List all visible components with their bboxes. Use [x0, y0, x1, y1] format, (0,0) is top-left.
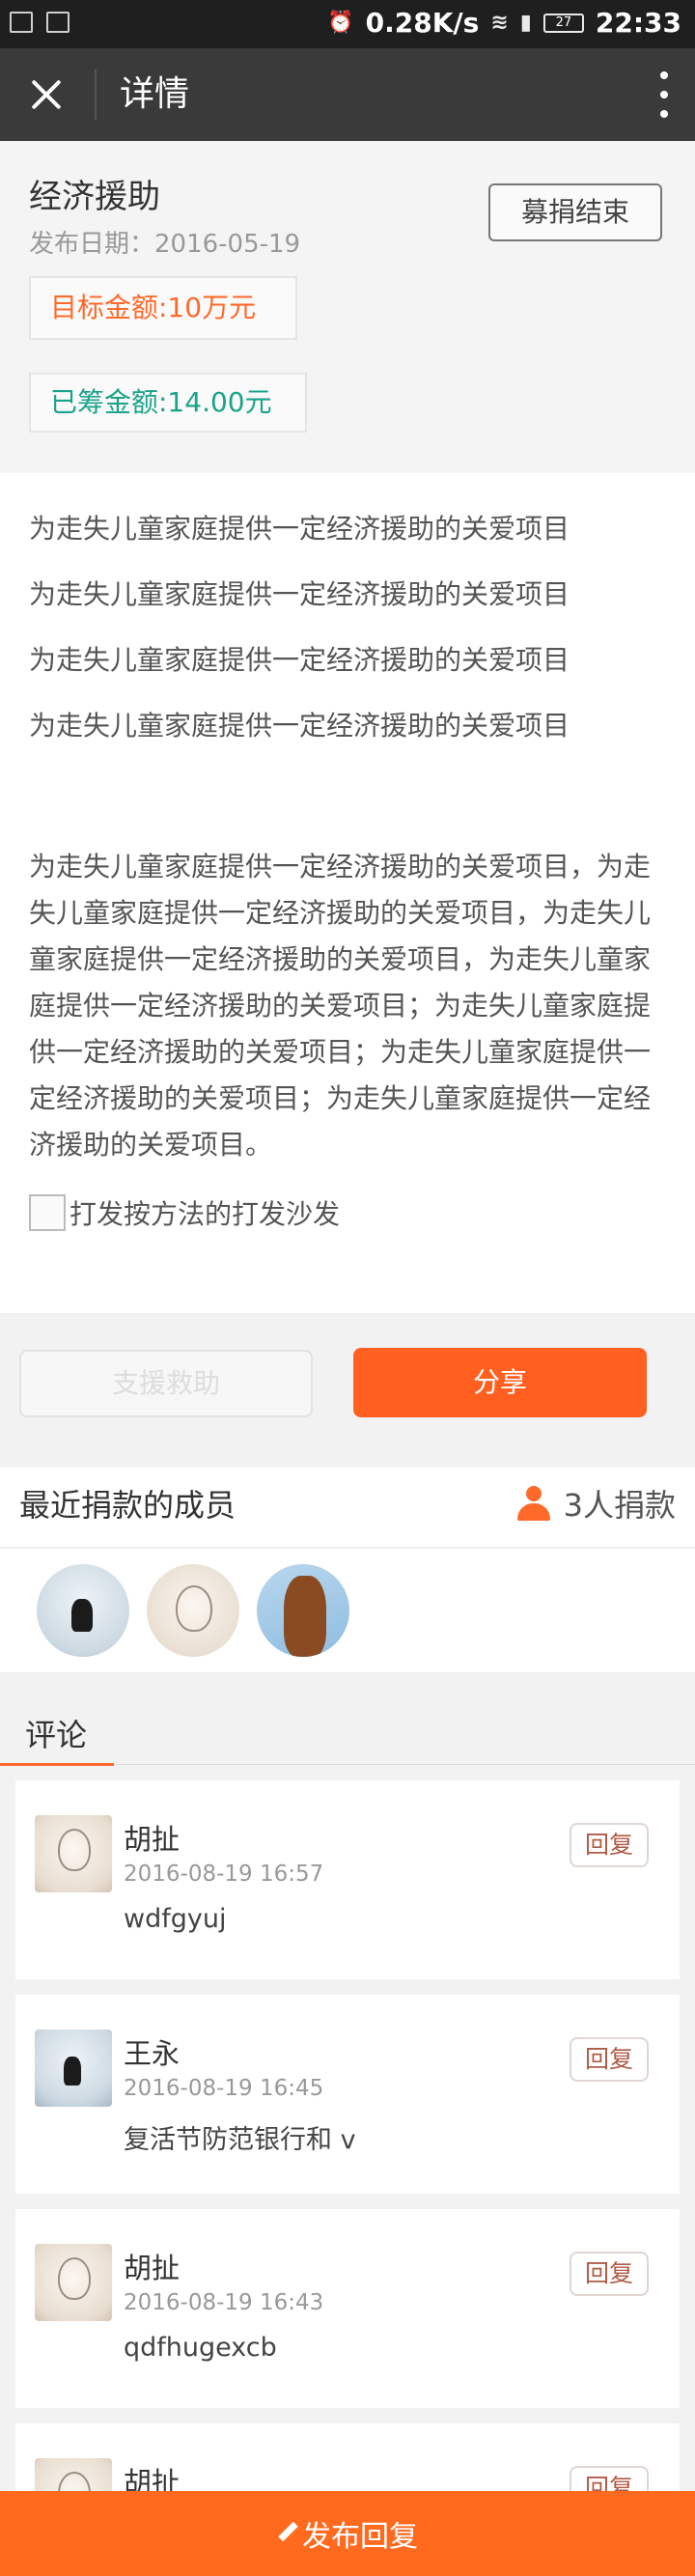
alarm-icon: ⏰: [327, 11, 354, 35]
divider: [0, 1547, 695, 1549]
net-speed: 0.28K/s: [365, 7, 480, 39]
comment-author: 胡扯: [124, 1823, 181, 1856]
image-notification-icon: [10, 12, 33, 33]
target-amount-tag: 目标金额:10万元: [29, 276, 297, 340]
project-description: 为走失儿童家庭提供一定经济援助的关爱项目 为走失儿童家庭提供一定经济援助的关爱项…: [0, 473, 695, 1313]
notification-icons: [10, 12, 70, 33]
avatar[interactable]: [35, 1815, 112, 1892]
comment-item: 王永 2016-08-19 16:45 复活节防范银行和 v 回复: [15, 1995, 680, 2194]
publish-date: 发布日期：2016-05-19: [29, 230, 301, 259]
broken-image-icon: [29, 1194, 66, 1231]
comment-time: 2016-08-19 16:45: [124, 2076, 324, 2101]
more-menu-icon[interactable]: [658, 71, 670, 118]
page-title: 详情: [120, 74, 190, 114]
project-title: 经济援助: [29, 178, 160, 216]
status-right: ⏰ 0.28K/s ≋ ▮ 27 22:33: [327, 7, 681, 39]
comment-item: 胡扯 2016-08-19 16:57 wdfgyuj 回复: [15, 1780, 680, 1979]
comment-text: qdfhugexcb: [124, 2333, 277, 2363]
reply-button[interactable]: 回复: [570, 2252, 649, 2296]
image-notification-icon: [46, 12, 70, 33]
reply-button[interactable]: 回复: [570, 1823, 649, 1867]
project-header: 经济援助 发布日期：2016-05-19 募捐结束 目标金额:10万元 已筹金额…: [0, 141, 695, 473]
image-alt-text: 打发按方法的打发沙发: [70, 1198, 341, 1230]
comment-item: 胡扯 2016-08-19 16:43 qdfhugexcb 回复: [15, 2209, 680, 2408]
share-button[interactable]: 分享: [353, 1348, 647, 1417]
description-line: 为走失儿童家庭提供一定经济援助的关爱项目: [29, 644, 570, 676]
comment-text: 复活节防范银行和 v: [124, 2125, 356, 2155]
donors-title: 最近捐款的成员: [19, 1487, 236, 1524]
raised-amount-tag: 已筹金额:14.00元: [29, 373, 307, 433]
wifi-icon: ≋: [490, 11, 509, 35]
support-button[interactable]: 支援救助: [19, 1350, 313, 1417]
signal-icon: ▮: [519, 11, 532, 35]
avatar[interactable]: [37, 1564, 129, 1657]
comment-author: 王永: [124, 2037, 181, 2070]
battery-icon: 27: [542, 13, 584, 33]
app-bar: 详情: [0, 48, 695, 141]
status-bar: ⏰ 0.28K/s ≋ ▮ 27 22:33: [0, 0, 695, 48]
fundraising-status-button[interactable]: 募捐结束: [488, 183, 662, 241]
person-icon: [516, 1486, 550, 1521]
avatar[interactable]: [35, 2244, 112, 2321]
avatar[interactable]: [147, 1564, 239, 1657]
description-line: 为走失儿童家庭提供一定经济援助的关爱项目: [29, 710, 570, 742]
tab-indicator: [0, 1763, 114, 1766]
tab-comments[interactable]: 评论: [25, 1711, 87, 1755]
reply-button[interactable]: 回复: [570, 2037, 649, 2082]
comment-time: 2016-08-19 16:43: [124, 2290, 324, 2315]
app-bar-divider: [95, 70, 97, 120]
recent-donors: 最近捐款的成员 3人捐款: [0, 1468, 695, 1672]
comments-header: 评论: [0, 1672, 695, 1766]
comment-text: wdfgyuj: [124, 1904, 227, 1934]
post-reply-button[interactable]: 发布回复: [0, 2491, 695, 2576]
comment-time: 2016-08-19 16:57: [124, 1862, 324, 1887]
donors-count-label: 3人捐款: [563, 1487, 676, 1524]
description-line: 为走失儿童家庭提供一定经济援助的关爱项目: [29, 578, 570, 610]
action-buttons: 支援救助 分享: [0, 1313, 695, 1468]
close-icon[interactable]: [25, 73, 68, 116]
post-reply-label: 发布回复: [302, 2520, 418, 2554]
avatar[interactable]: [35, 2030, 112, 2107]
comment-author: 胡扯: [124, 2252, 181, 2284]
pencil-icon: [277, 2523, 298, 2544]
description-line: 为走失儿童家庭提供一定经济援助的关爱项目: [29, 513, 570, 545]
donors-count: 3人捐款: [516, 1481, 676, 1526]
description-paragraph: 为走失儿童家庭提供一定经济援助的关爱项目，为走失儿童家庭提供一定经济援助的关爱项…: [29, 851, 652, 1161]
broken-image: 打发按方法的打发沙发: [29, 1193, 340, 1232]
clock: 22:33: [595, 7, 681, 39]
avatar[interactable]: [257, 1564, 349, 1657]
